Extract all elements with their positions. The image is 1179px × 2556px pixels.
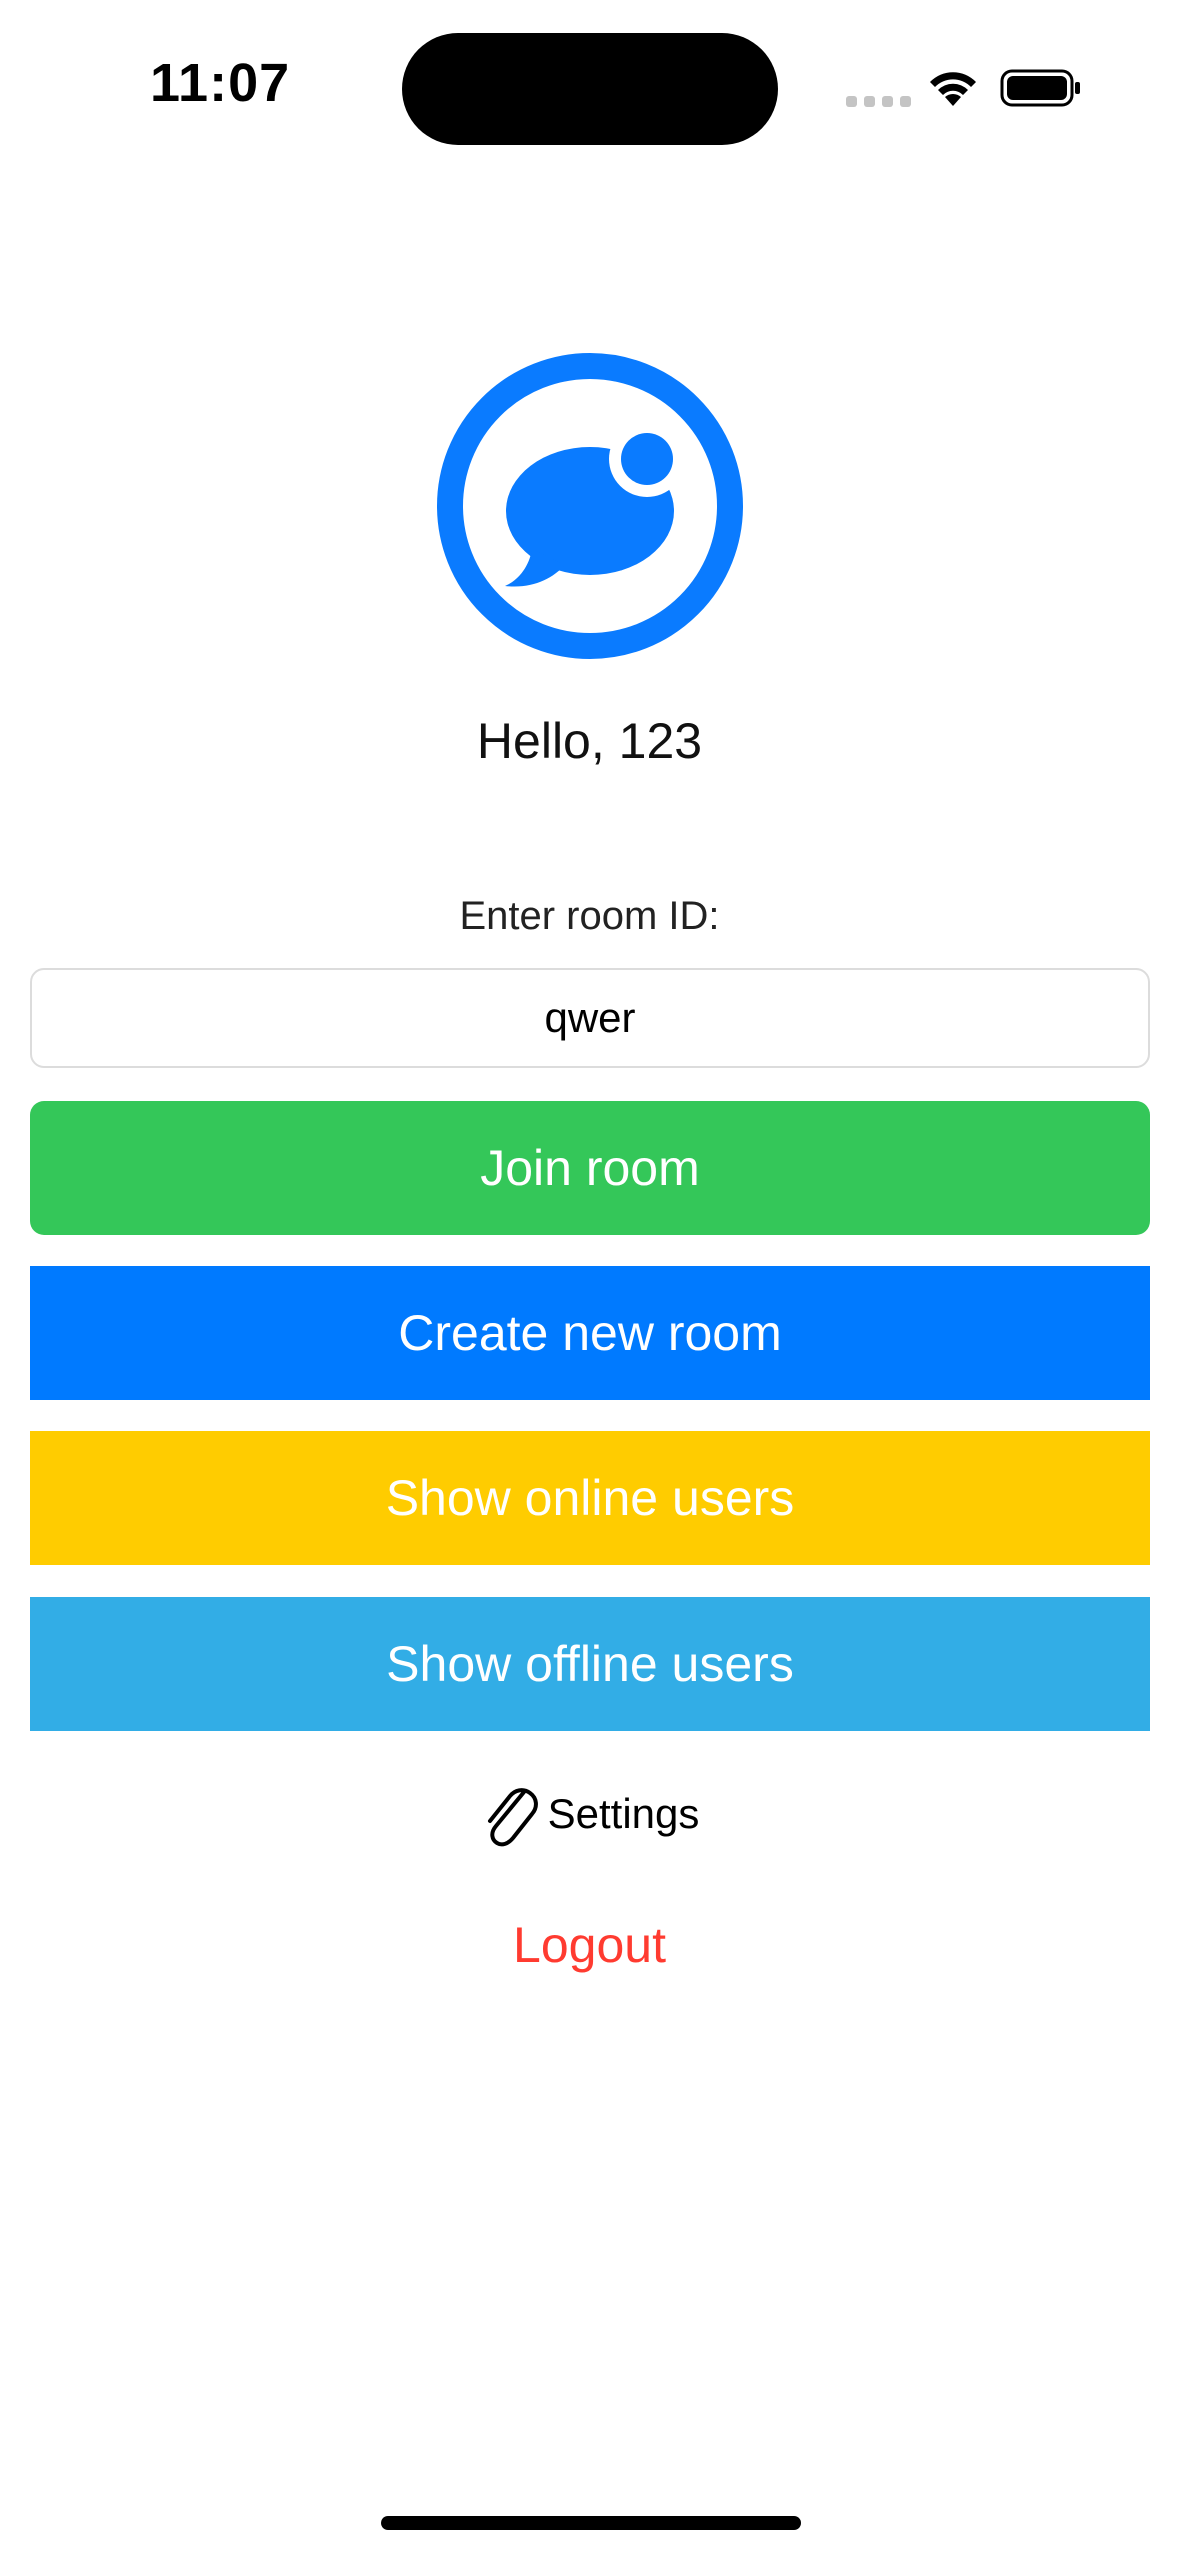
- cellular-signal-icon: [846, 96, 911, 107]
- show-online-users-button[interactable]: Show online users: [30, 1431, 1150, 1565]
- room-id-label: Enter room ID:: [459, 894, 720, 938]
- create-room-button[interactable]: Create new room: [30, 1266, 1150, 1400]
- show-offline-users-button[interactable]: Show offline users: [30, 1597, 1150, 1731]
- settings-label: Settings: [547, 1790, 700, 1837]
- greeting-text: Hello, 123: [476, 713, 703, 769]
- settings-link[interactable]: Settings: [0, 1778, 1179, 1850]
- home-indicator[interactable]: [381, 2516, 801, 2530]
- battery-icon: [1000, 69, 1080, 107]
- wifi-icon: [930, 72, 976, 106]
- chat-bubble-icon: [437, 353, 743, 659]
- dynamic-island: [402, 33, 778, 145]
- status-bar: 11:07: [0, 0, 1179, 180]
- paperclip-icon: [487, 1788, 538, 1847]
- status-time: 11:07: [150, 53, 291, 113]
- logout-link[interactable]: Logout: [0, 1916, 1179, 1974]
- join-room-button[interactable]: Join room: [30, 1101, 1150, 1235]
- room-id-input[interactable]: [30, 968, 1150, 1068]
